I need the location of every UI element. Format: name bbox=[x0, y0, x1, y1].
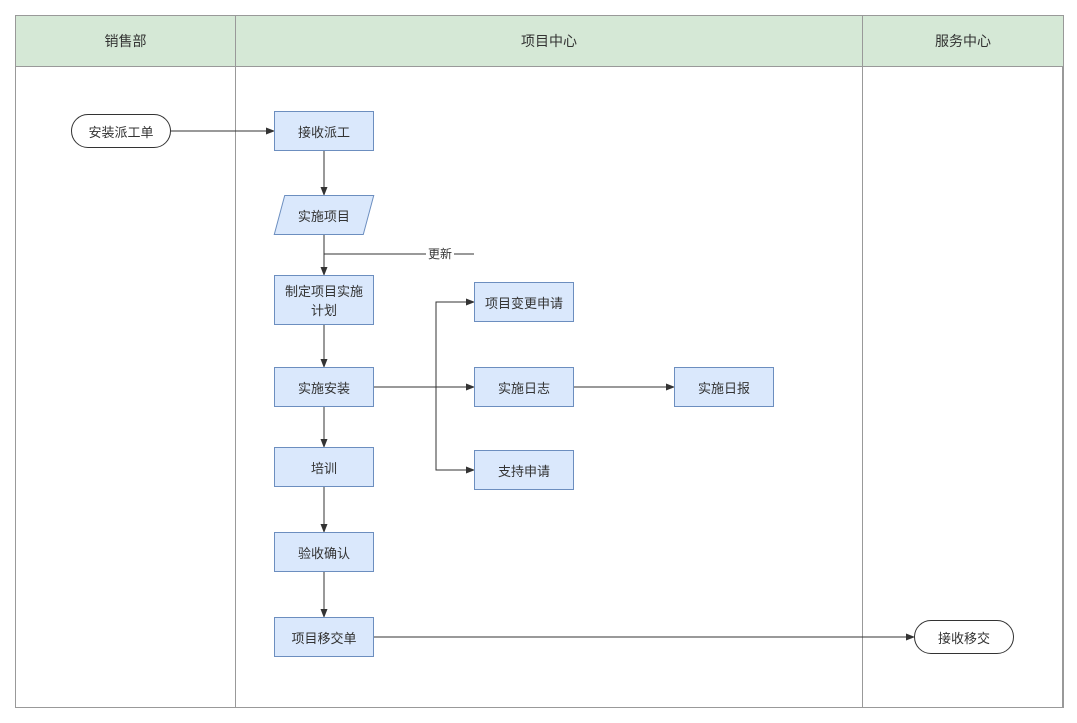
node-daily-report: 实施日报 bbox=[674, 367, 774, 407]
node-impl-project: 实施项目 bbox=[274, 195, 375, 235]
node-impl-project-label: 实施项目 bbox=[298, 206, 350, 225]
node-make-plan: 制定项目实施计划 bbox=[274, 275, 374, 325]
lane-body-row: 安装派工单 接收派工 实施项目 制定项目实施计划 实施安装 培训 验收确认 项目… bbox=[16, 67, 1063, 707]
node-change-request: 项目变更申请 bbox=[474, 282, 574, 322]
lane-header-project: 项目中心 bbox=[236, 16, 863, 66]
node-receive-dispatch: 接收派工 bbox=[274, 111, 374, 151]
node-impl-log: 实施日志 bbox=[474, 367, 574, 407]
lane-header-service: 服务中心 bbox=[863, 16, 1063, 66]
lane-header-row: 销售部 项目中心 服务中心 bbox=[16, 16, 1063, 67]
node-handover-order: 项目移交单 bbox=[274, 617, 374, 657]
swimlane-diagram: 销售部 项目中心 服务中心 bbox=[15, 15, 1064, 708]
node-impl-install: 实施安装 bbox=[274, 367, 374, 407]
node-receive-handover: 接收移交 bbox=[914, 620, 1014, 654]
node-accept-confirm: 验收确认 bbox=[274, 532, 374, 572]
node-dispatch-order: 安装派工单 bbox=[71, 114, 171, 148]
lane-body-sales bbox=[16, 67, 236, 707]
node-training: 培训 bbox=[274, 447, 374, 487]
lane-body-service bbox=[863, 67, 1063, 707]
edge-label-update: 更新 bbox=[426, 245, 454, 262]
lane-header-sales: 销售部 bbox=[16, 16, 236, 66]
node-support-request: 支持申请 bbox=[474, 450, 574, 490]
